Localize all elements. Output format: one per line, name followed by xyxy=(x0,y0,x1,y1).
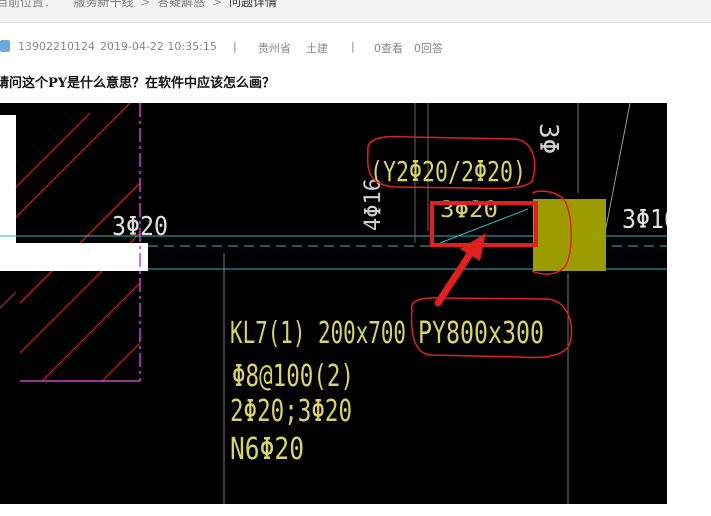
question-attachment-image[interactable]: 3Φ20 3Φ16 4Φ16 3Φ (Y2Φ20/2Φ20) 3Φ20 KL7(… xyxy=(0,103,667,504)
breadcrumb-item-qa[interactable]: 答疑解惑 xyxy=(157,0,205,8)
province-label: 贵州省 xyxy=(258,42,291,55)
breadcrumb-item-current: 问题详情 xyxy=(228,0,277,9)
view-count: 0查看 xyxy=(374,42,403,55)
beam-spec-line3: 2Φ20;3Φ20 xyxy=(230,394,352,429)
user-id[interactable]: 13902210124 xyxy=(18,40,95,53)
breadcrumb: 当前位置： 服务新干线 > 答疑解惑 > 问题详情 xyxy=(0,0,277,8)
category-label: 土建 xyxy=(306,42,328,55)
beam-spec-py: PY800x300 xyxy=(418,316,544,351)
beam-spec-line4: N6Φ20 xyxy=(230,432,304,467)
breadcrumb-prefix: 当前位置： xyxy=(0,0,57,9)
breadcrumb-bar: 当前位置： 服务新干线 > 答疑解惑 > 问题详情 xyxy=(0,0,711,23)
cad-drawing: 3Φ20 3Φ16 4Φ16 3Φ (Y2Φ20/2Φ20) 3Φ20 KL7(… xyxy=(0,103,667,504)
cad-label-annotation: (Y2Φ20/2Φ20) xyxy=(370,155,526,188)
beam-spec-line1: KL7(1) 200x700 xyxy=(230,316,406,351)
white-wall-left xyxy=(0,115,16,243)
beam-spec-line2: Φ8@100(2) xyxy=(232,359,354,394)
cad-label-left: 3Φ20 xyxy=(112,212,168,242)
question-meta: 13902210124 2019-04-22 10:35:15 | 贵州省 土建… xyxy=(0,38,711,56)
column-block xyxy=(533,199,606,271)
breadcrumb-separator: > xyxy=(212,0,223,9)
answer-count: 0回答 xyxy=(414,42,443,55)
cad-label-top-right: 3Φ xyxy=(533,123,563,154)
breadcrumb-spacer xyxy=(63,0,67,8)
question-title: 请问这个PY是什么意思？在软件中应该怎么画？ xyxy=(0,76,276,91)
breadcrumb-separator: > xyxy=(140,0,151,9)
post-datetime: 2019-04-22 10:35:15 xyxy=(100,40,217,53)
meta-divider: | xyxy=(351,40,355,53)
cad-label-right: 3Φ16 xyxy=(622,205,667,235)
white-wall-bottom xyxy=(0,243,148,271)
meta-divider: | xyxy=(233,40,237,53)
breadcrumb-item-service[interactable]: 服务新干线 xyxy=(74,0,134,8)
user-avatar-icon[interactable] xyxy=(0,40,10,52)
